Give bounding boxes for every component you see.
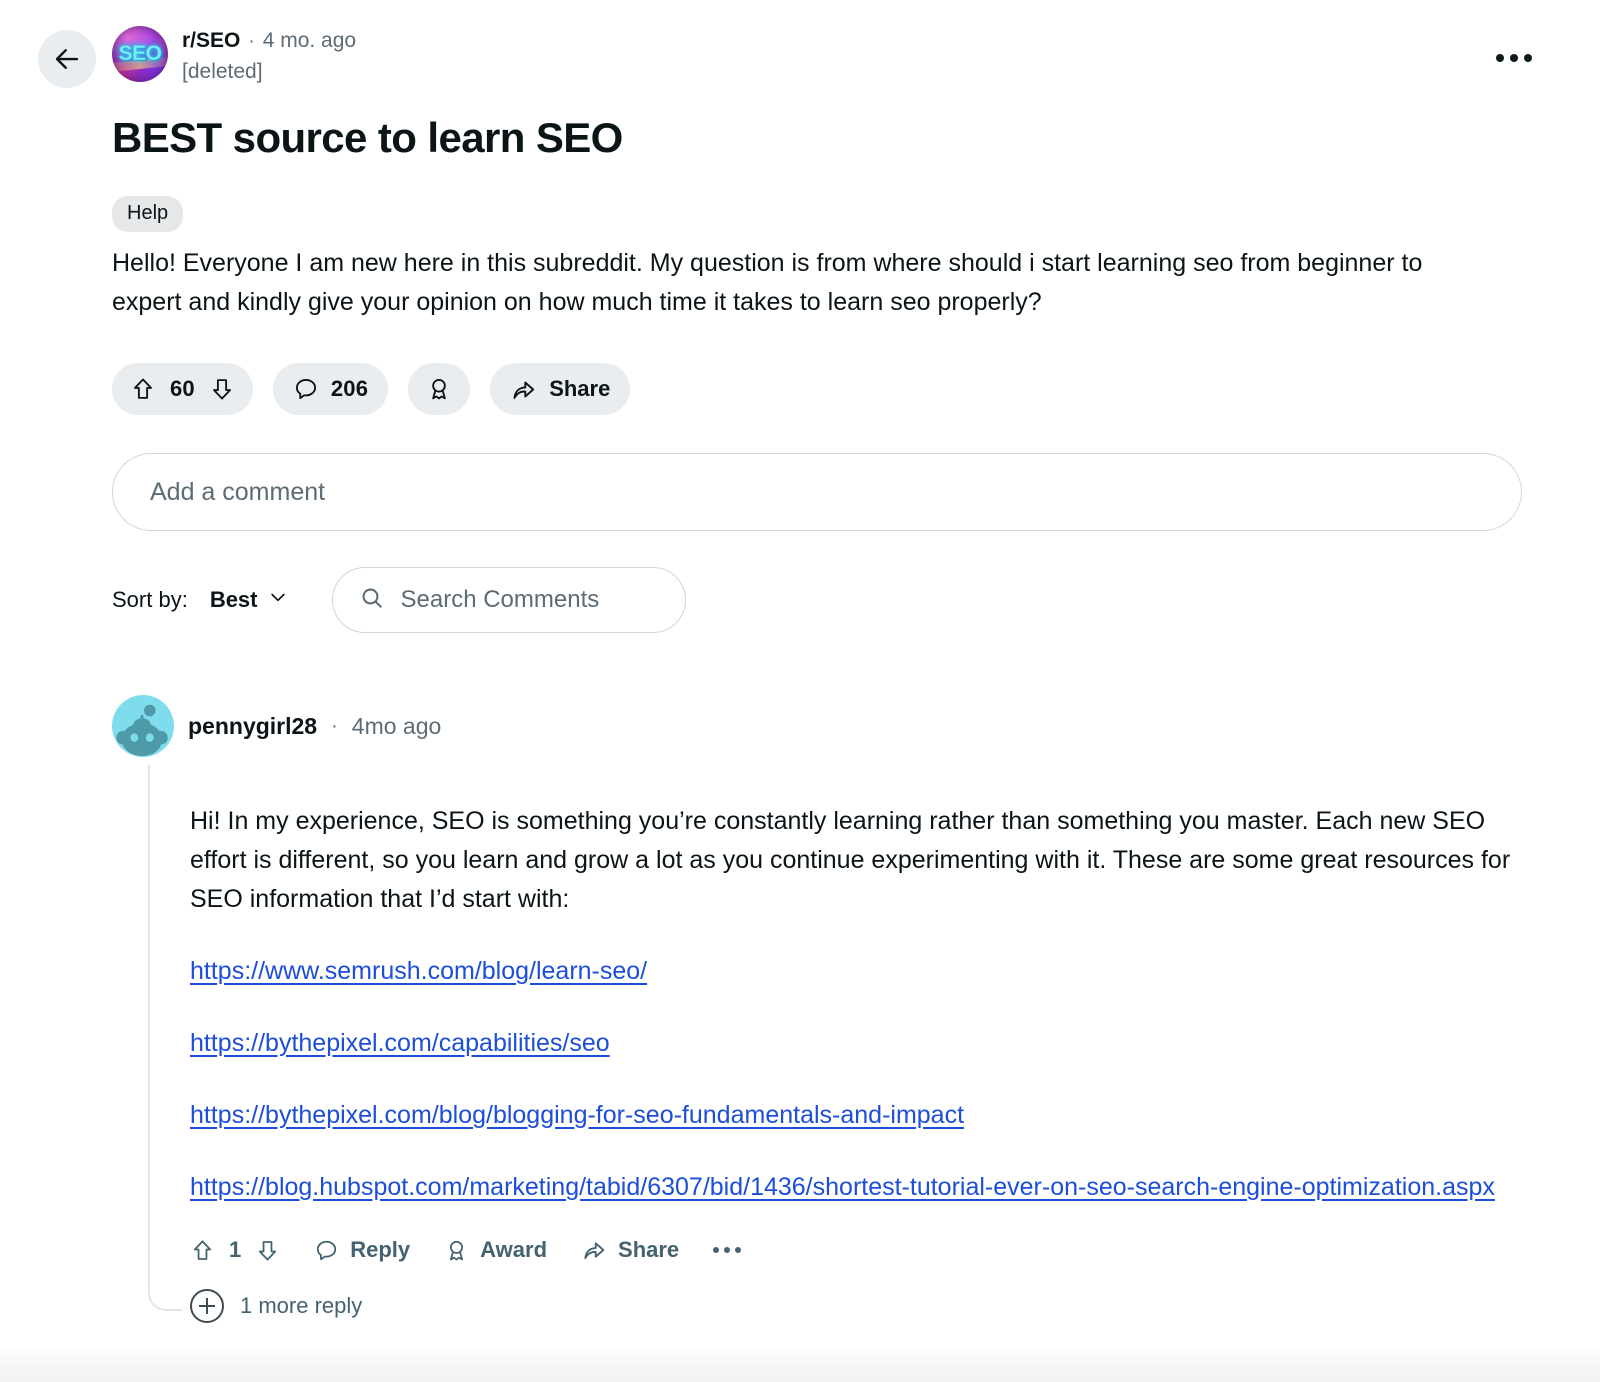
- downvote-button[interactable]: [255, 1238, 280, 1263]
- arrow-left-icon: [52, 44, 82, 74]
- comment-link[interactable]: https://www.semrush.com/blog/learn-seo/: [190, 952, 1500, 991]
- comment-overflow-menu-button[interactable]: [713, 1247, 742, 1253]
- post-flair-tag[interactable]: Help: [112, 196, 184, 232]
- comment-award-label: Award: [480, 1237, 548, 1262]
- comment-timestamp: 4mo ago: [351, 712, 442, 739]
- post-share-label: Share: [549, 376, 611, 401]
- post-comments-button[interactable]: 206: [272, 363, 389, 415]
- page-bottom-edge: [0, 1346, 1600, 1382]
- comment-action-bar: 1 Reply Award Share: [190, 1237, 1532, 1263]
- comment-reply-button[interactable]: Reply: [314, 1237, 410, 1263]
- post-action-bar: 60 206 Share: [112, 363, 1532, 415]
- sort-selected-value: Best: [209, 587, 258, 612]
- post-timestamp: 4 mo. ago: [262, 29, 357, 52]
- snoo-avatar-icon: [116, 704, 168, 757]
- post-score: 60: [170, 376, 195, 401]
- comment-thread: pennygirl28 · 4mo ago Hi! In my experien…: [112, 695, 1532, 1323]
- comment-share-button[interactable]: Share: [581, 1237, 679, 1263]
- add-comment-placeholder: Add a comment: [150, 477, 326, 506]
- share-arrow-icon: [510, 376, 537, 403]
- post-award-button[interactable]: [408, 363, 471, 415]
- more-horizontal-icon: [713, 1247, 720, 1253]
- post-header: SEO r/SEO · 4 mo. ago [deleted]: [112, 26, 1532, 87]
- search-comments-input[interactable]: Search Comments: [331, 567, 686, 633]
- comment-author[interactable]: pennygirl28: [188, 713, 317, 740]
- comment-award-button[interactable]: Award: [444, 1237, 547, 1263]
- thread-collapse-line[interactable]: [148, 765, 182, 1311]
- sort-by-label: Sort by:: [112, 587, 188, 612]
- comment-bubble-icon: [314, 1238, 339, 1263]
- award-ribbon-icon: [426, 376, 452, 402]
- downvote-button[interactable]: [209, 376, 235, 402]
- separator-dot: ·: [331, 714, 338, 737]
- more-horizontal-icon: [735, 1247, 742, 1253]
- subreddit-avatar[interactable]: SEO: [112, 26, 168, 82]
- upvote-arrow-icon: [193, 1239, 212, 1260]
- comment-content: Hi! In my experience, SEO is something y…: [190, 757, 1532, 1263]
- comment-text: Hi! In my experience, SEO is something y…: [190, 807, 1511, 913]
- comment-link[interactable]: https://blog.hubspot.com/marketing/tabid…: [190, 1168, 1500, 1207]
- comment-score: 1: [229, 1237, 242, 1262]
- post-comment-count: 206: [330, 376, 369, 401]
- search-icon: [359, 585, 385, 616]
- upvote-button[interactable]: [190, 1238, 215, 1263]
- comment-vote-group: 1: [190, 1237, 280, 1263]
- comment-header: pennygirl28 · 4mo ago: [112, 695, 1532, 757]
- plus-circle-icon: [190, 1289, 224, 1323]
- award-ribbon-icon: [444, 1238, 469, 1263]
- post-title: BEST source to learn SEO: [112, 114, 623, 161]
- downvote-arrow-icon: [212, 379, 231, 400]
- chevron-down-icon: [268, 587, 288, 613]
- comment-sort-bar: Sort by: Best Search Comments: [112, 567, 1532, 633]
- expand-more-replies-button[interactable]: 1 more reply: [190, 1289, 1532, 1323]
- comment-thread-body: Hi! In my experience, SEO is something y…: [112, 757, 1532, 1311]
- post-vote-pill: 60: [112, 363, 253, 415]
- sort-dropdown[interactable]: Best: [210, 587, 288, 613]
- more-horizontal-icon: [724, 1247, 731, 1253]
- comment-link[interactable]: https://bythepixel.com/capabilities/seo: [190, 1024, 1500, 1063]
- add-comment-input[interactable]: Add a comment: [112, 453, 1522, 531]
- post-share-button[interactable]: Share: [490, 363, 631, 415]
- post-author: [deleted]: [182, 60, 263, 83]
- separator-dot: ·: [248, 31, 255, 52]
- comment-share-label: Share: [618, 1237, 680, 1262]
- downvote-arrow-icon: [259, 1240, 277, 1261]
- more-replies-label: 1 more reply: [240, 1293, 363, 1318]
- post-body-text: Hello! Everyone I am new here in this su…: [112, 249, 1423, 316]
- upvote-arrow-icon: [134, 378, 152, 399]
- share-arrow-icon: [581, 1237, 607, 1263]
- subreddit-link[interactable]: r/SEO: [182, 27, 240, 54]
- avatar[interactable]: [112, 695, 174, 757]
- comment-link[interactable]: https://bythepixel.com/blog/blogging-for…: [190, 1096, 1500, 1135]
- back-button[interactable]: [38, 30, 96, 88]
- post-content: SEO r/SEO · 4 mo. ago [deleted] BEST sou…: [112, 26, 1532, 1323]
- comment-bubble-icon: [293, 376, 319, 402]
- search-comments-placeholder: Search Comments: [400, 586, 600, 613]
- upvote-button[interactable]: [130, 376, 156, 402]
- reddit-post-page: SEO r/SEO · 4 mo. ago [deleted] BEST sou…: [0, 0, 1600, 1382]
- post-header-line: r/SEO · 4 mo. ago: [182, 27, 356, 55]
- comment-reply-label: Reply: [350, 1237, 411, 1262]
- post-header-meta: r/SEO · 4 mo. ago [deleted]: [182, 26, 356, 87]
- subreddit-avatar-label: SEO: [118, 41, 162, 65]
